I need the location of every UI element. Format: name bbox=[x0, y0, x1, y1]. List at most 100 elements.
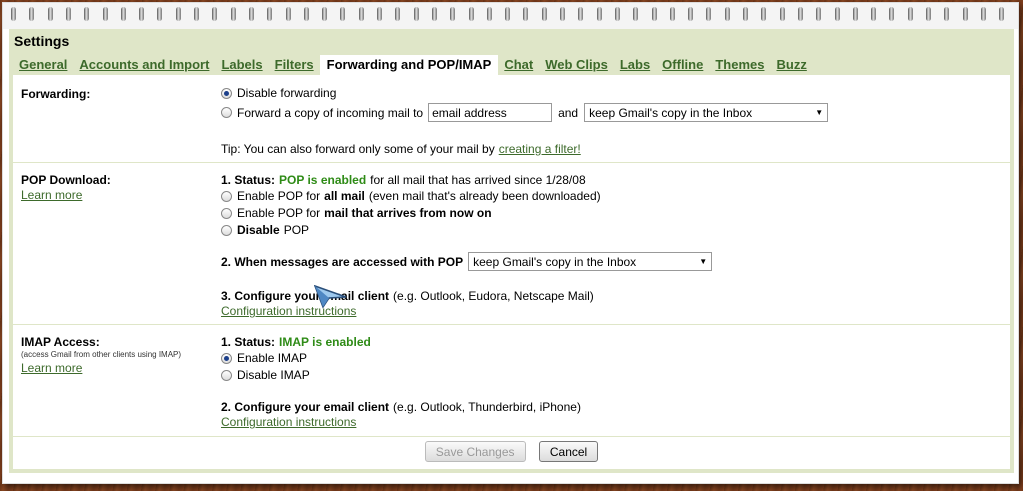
pop-status-prefix: 1. Status: bbox=[221, 173, 276, 187]
imap-learn-more-link[interactable]: Learn more bbox=[21, 361, 82, 375]
binding-ring bbox=[395, 7, 401, 21]
imap-sublabel: (access Gmail from other clients using I… bbox=[21, 350, 182, 359]
imap-enable-label: Enable IMAP bbox=[237, 351, 308, 365]
binding-ring bbox=[743, 7, 748, 21]
imap-disable-row: Disable IMAP bbox=[221, 368, 310, 382]
binding-ring bbox=[596, 7, 602, 21]
tab-themes[interactable]: Themes bbox=[709, 55, 770, 75]
pop-step3-label: 3. Configure your email client bbox=[221, 289, 390, 303]
disable-forwarding-label: Disable forwarding bbox=[237, 86, 337, 100]
imap-disable-radio[interactable] bbox=[221, 369, 232, 381]
binding-ring bbox=[669, 7, 675, 21]
binding-ring bbox=[651, 7, 657, 21]
binding-ring bbox=[944, 7, 950, 21]
binding-ring bbox=[834, 7, 840, 21]
binding-ring bbox=[980, 7, 986, 21]
imap-enable-row: Enable IMAP bbox=[221, 351, 307, 365]
creating-filter-link[interactable]: creating a filter! bbox=[499, 142, 581, 156]
binding-ring bbox=[889, 7, 895, 21]
tab-web-clips[interactable]: Web Clips bbox=[539, 55, 614, 75]
pop-action-select-value: keep Gmail's copy in the Inbox bbox=[473, 254, 637, 269]
tab-filters[interactable]: Filters bbox=[269, 55, 320, 75]
binding-ring bbox=[450, 7, 456, 21]
binding-ring bbox=[47, 7, 53, 21]
tab-chat[interactable]: Chat bbox=[498, 55, 539, 75]
forward-copy-select[interactable]: keep Gmail's copy in the Inbox ▼ bbox=[584, 103, 829, 122]
tab-accounts-and-import[interactable]: Accounts and Import bbox=[73, 55, 215, 75]
pop-action-select[interactable]: keep Gmail's copy in the Inbox ▼ bbox=[468, 252, 713, 271]
pop-all-bold: all mail bbox=[324, 189, 365, 203]
pop-now-bold: mail that arrives from now on bbox=[324, 206, 492, 220]
pointer-arrow-icon bbox=[314, 285, 347, 309]
binding-ring bbox=[285, 7, 291, 21]
forwarding-tip: Tip: You can also forward only some of y… bbox=[221, 142, 581, 156]
cancel-button[interactable]: Cancel bbox=[538, 441, 599, 462]
imap-enable-radio[interactable] bbox=[221, 352, 232, 364]
tab-buzz[interactable]: Buzz bbox=[770, 55, 812, 75]
imap-config-link[interactable]: Configuration instructions bbox=[221, 415, 356, 429]
imap-step2-label: 2. Configure your email client bbox=[221, 400, 390, 414]
binding-ring bbox=[212, 7, 218, 21]
forward-email-input[interactable]: email address bbox=[428, 103, 553, 122]
binding-ring bbox=[358, 7, 364, 21]
pop-status-row: 1. Status: POP is enabled for all mail t… bbox=[221, 173, 586, 187]
binding-ring bbox=[962, 7, 968, 21]
binding-ring bbox=[505, 7, 511, 21]
forward-copy-radio[interactable] bbox=[221, 107, 232, 118]
tab-labs[interactable]: Labs bbox=[614, 55, 656, 75]
binding-ring bbox=[523, 7, 529, 21]
tab-labels[interactable]: Labels bbox=[215, 55, 268, 75]
chevron-down-icon: ▼ bbox=[815, 108, 824, 117]
binding-ring bbox=[761, 7, 767, 21]
pop-all-prefix: Enable POP for bbox=[237, 189, 321, 203]
binding-ring bbox=[139, 7, 145, 21]
pop-label: POP Download: bbox=[21, 173, 111, 187]
tab-forwarding-pop-imap[interactable]: Forwarding and POP/IMAP bbox=[319, 55, 499, 75]
binding-ring bbox=[230, 7, 236, 21]
pop-section: POP Download: Learn more 1. Status: POP … bbox=[13, 163, 1010, 325]
disable-forwarding-radio[interactable] bbox=[221, 87, 232, 99]
pop-status-suffix: for all mail that has arrived since 1/28… bbox=[370, 173, 586, 187]
settings-header: Settings General Accounts and Import Lab… bbox=[9, 29, 1014, 75]
spiral-binding bbox=[3, 3, 1018, 29]
forward-copy-select-value: keep Gmail's copy in the Inbox bbox=[589, 105, 753, 120]
pop-disable-radio[interactable] bbox=[221, 224, 232, 236]
binding-ring bbox=[852, 7, 858, 21]
pop-now-prefix: Enable POP for bbox=[237, 206, 321, 220]
page-title: Settings bbox=[14, 33, 70, 49]
binding-ring bbox=[413, 7, 419, 21]
pop-learn-more-link[interactable]: Learn more bbox=[21, 188, 82, 202]
forward-copy-row: Forward a copy of incoming mail to email… bbox=[221, 103, 829, 122]
imap-label: IMAP Access: bbox=[21, 335, 100, 349]
binding-ring bbox=[614, 7, 620, 21]
binding-ring bbox=[267, 7, 273, 21]
save-changes-button[interactable]: Save Changes bbox=[424, 441, 526, 462]
pop-all-mail-radio[interactable] bbox=[221, 190, 232, 202]
binding-ring bbox=[797, 7, 803, 21]
binding-ring bbox=[120, 7, 126, 21]
binding-ring bbox=[65, 7, 71, 21]
pop-from-now-radio[interactable] bbox=[221, 207, 232, 219]
settings-tabs: General Accounts and Import Labels Filte… bbox=[13, 55, 813, 75]
tab-offline[interactable]: Offline bbox=[656, 55, 709, 75]
binding-ring bbox=[303, 7, 309, 21]
disable-forwarding-row: Disable forwarding bbox=[221, 86, 336, 100]
settings-content: Forwarding: Disable forwarding Forward a… bbox=[9, 75, 1014, 473]
chevron-down-icon: ▼ bbox=[699, 257, 708, 266]
binding-ring bbox=[816, 7, 822, 21]
binding-ring bbox=[84, 7, 90, 21]
imap-step2-row: 2. Configure your email client (e.g. Out… bbox=[221, 400, 581, 414]
pop-from-now-row: Enable POP for mail that arrives from no… bbox=[221, 206, 492, 220]
forward-copy-label: Forward a copy of incoming mail to bbox=[237, 105, 424, 120]
binding-ring bbox=[486, 7, 492, 21]
binding-ring bbox=[11, 7, 16, 21]
tab-general[interactable]: General bbox=[13, 55, 73, 75]
pop-disable-bold: Disable bbox=[237, 223, 280, 237]
binding-ring bbox=[724, 7, 730, 21]
binding-ring bbox=[541, 7, 547, 21]
pop-step2-row: 2. When messages are accessed with POP k… bbox=[221, 252, 713, 271]
imap-disable-label: Disable IMAP bbox=[237, 368, 310, 382]
binding-ring bbox=[560, 7, 565, 21]
binding-ring bbox=[175, 7, 181, 21]
tip-text: Tip: You can also forward only some of y… bbox=[221, 142, 495, 156]
